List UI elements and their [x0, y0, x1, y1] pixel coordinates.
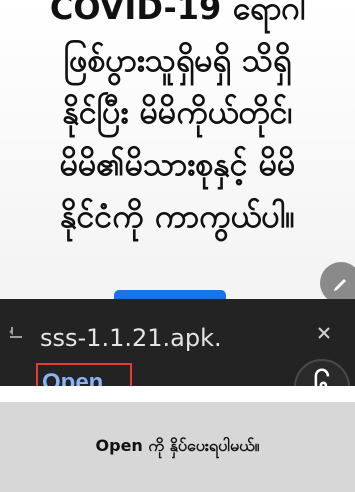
download-icon — [9, 327, 22, 338]
downloaded-file-name: sss-1.1.21.apk. — [40, 324, 222, 352]
screen: COVID-19 ရောဂါ ဖြစ်ပွားသူရှိမရှိ သိရှိ န… — [0, 0, 355, 492]
spacer — [0, 386, 355, 402]
instruction-caption-bar: Open ကို နှိပ်ပေးရပါမယ်။ — [0, 402, 355, 492]
app-content-area: COVID-19 ရောဂါ ဖြစ်ပွားသူရှိမရှိ သိရှိ န… — [0, 0, 355, 304]
instruction-caption: Open ကို နှိပ်ပေးရပါမယ်။ — [95, 436, 260, 455]
close-icon[interactable] — [312, 321, 336, 345]
close-x-glyph — [318, 327, 330, 339]
covid-message-text: COVID-19 ရောဂါ ဖြစ်ပွားသူရှိမရှိ သိရှိ န… — [49, 0, 306, 235]
edit-fab[interactable] — [320, 262, 355, 304]
pencil-icon — [334, 279, 346, 291]
